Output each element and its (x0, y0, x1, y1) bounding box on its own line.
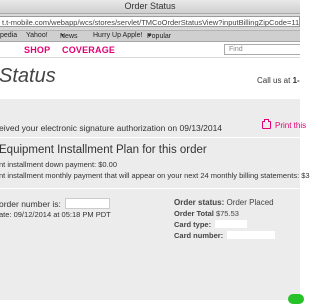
chat-toggle-button[interactable] (288, 294, 304, 304)
printer-icon (262, 119, 271, 129)
order-status-label: Order status: (174, 198, 225, 207)
bookmark-wikipedia[interactable]: pedia (0, 32, 17, 39)
signature-confirmation: eived your electronic signature authoriz… (0, 123, 223, 133)
order-status-row: Order status: Order Placed (174, 198, 274, 207)
down-payment-text: nt installment down payment: $0.00 (0, 160, 117, 169)
call-us-label: Call us at (257, 76, 291, 85)
print-label: Print this (275, 121, 307, 130)
eip-heading: Equipment Installment Plan for this orde… (0, 144, 207, 156)
page-header: Status Call us at 1- (0, 58, 300, 98)
divider (0, 188, 300, 189)
window-title: Order Status (124, 1, 176, 11)
card-type-row: Card type: (174, 220, 248, 229)
chevron-down-icon: ▼ (147, 33, 152, 39)
nav-coverage[interactable]: COVERAGE (62, 45, 115, 55)
address-bar[interactable]: t.t-mobile.com/webapp/wcs/stores/servlet… (0, 16, 300, 27)
order-number-value (64, 198, 110, 209)
order-total-value: $75.53 (215, 209, 239, 218)
order-number-row: order number is: (0, 198, 110, 209)
print-link[interactable]: Print this (262, 119, 307, 130)
call-us-text: Call us at 1- (257, 76, 300, 85)
order-total-row: Order Total $75.53 (174, 209, 239, 218)
divider (0, 98, 300, 99)
bookmark-yahoo[interactable]: Yahoo! (26, 32, 48, 39)
order-total-label: Order Total (174, 209, 214, 218)
card-number-row: Card number: (174, 231, 276, 240)
chevron-down-icon: ▼ (60, 33, 65, 39)
page-title: Status (0, 65, 56, 87)
divider (0, 137, 300, 138)
card-number-value (227, 231, 276, 239)
order-date: ate: 09/12/2014 at 05:18 PM PDT (0, 210, 111, 219)
monthly-payment-text: nt installment monthly payment that will… (0, 171, 310, 180)
search-input[interactable]: Find (224, 44, 300, 55)
order-number-label: order number is: (0, 199, 61, 209)
card-type-label: Card type: (174, 220, 212, 229)
bookmarks-bar: pedia Yahoo! News ▼ Hurry Up Apple! Popu… (0, 31, 300, 42)
browser-toolbar: t.t-mobile.com/webapp/wcs/stores/servlet… (0, 14, 300, 31)
order-status-value: Order Placed (226, 198, 274, 207)
window-title-bar: Order Status (0, 0, 300, 14)
bookmark-hurry-up-apple[interactable]: Hurry Up Apple! (93, 32, 142, 39)
card-type-value (215, 220, 248, 228)
nav-shop[interactable]: SHOP (24, 45, 50, 55)
call-us-number: 1- (292, 76, 300, 85)
order-status-panel: eived your electronic signature authoriz… (0, 98, 310, 304)
site-nav: SHOP COVERAGE Find (0, 42, 300, 58)
card-number-label: Card number: (174, 231, 224, 240)
